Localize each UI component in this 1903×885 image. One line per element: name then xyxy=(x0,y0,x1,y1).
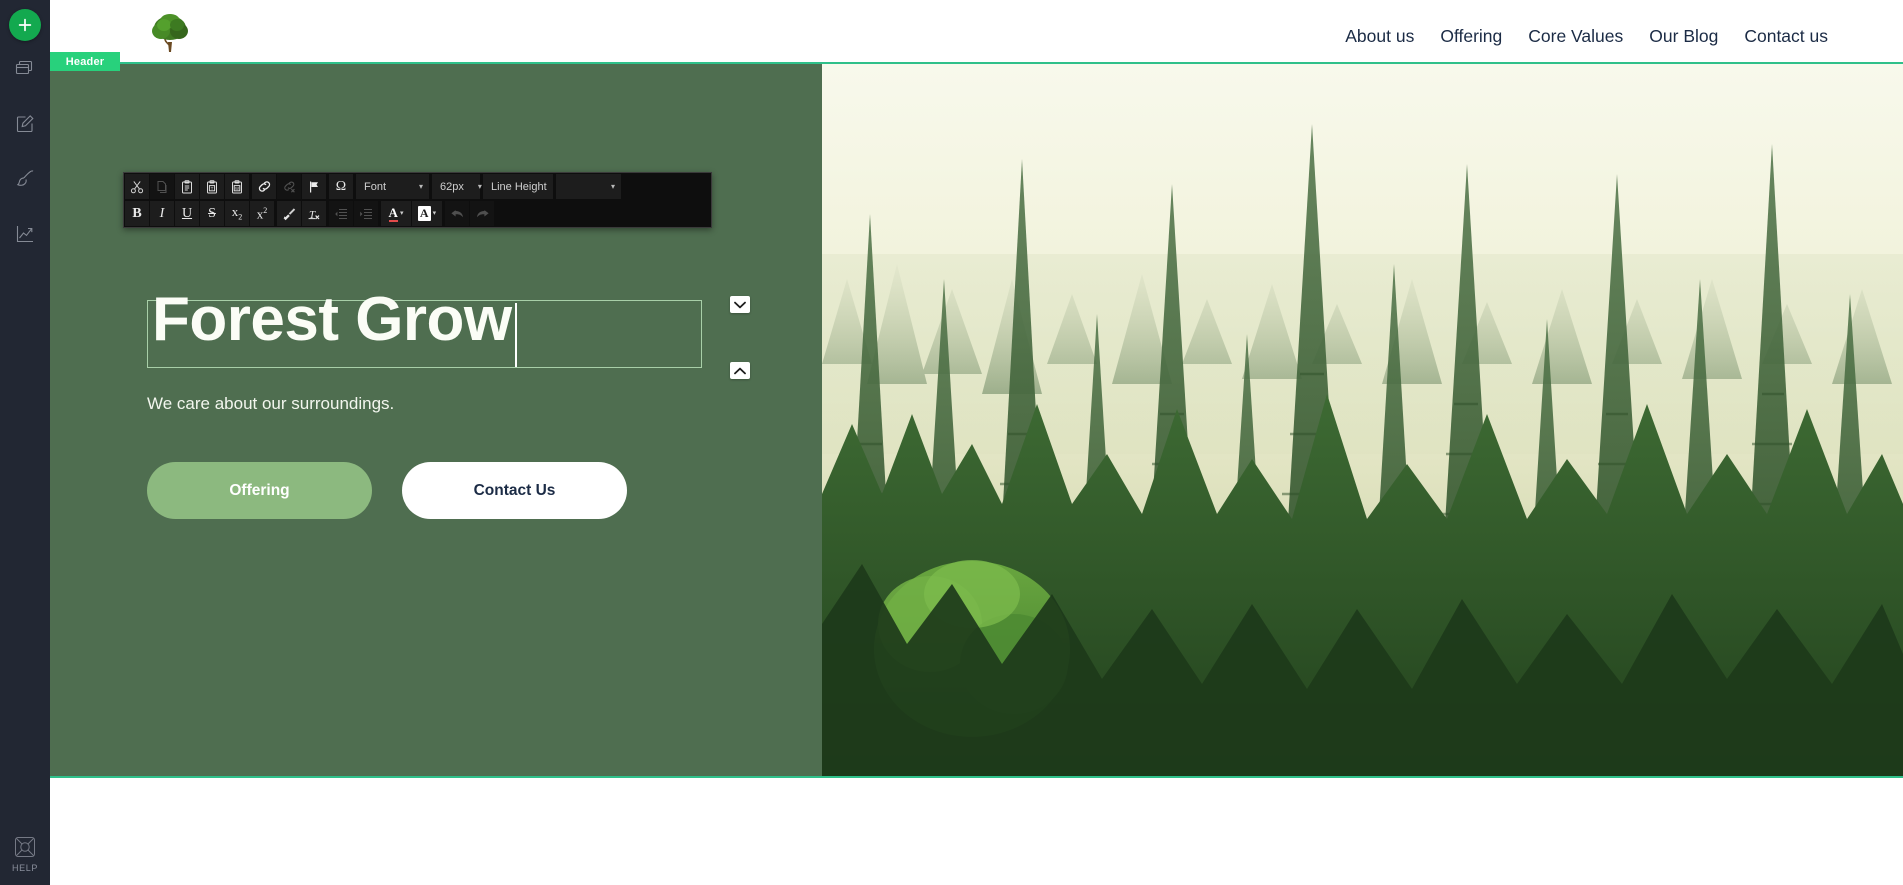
section-badge-header[interactable]: Header xyxy=(50,52,120,71)
help-button[interactable]: HELP xyxy=(0,835,50,873)
link-icon[interactable] xyxy=(252,174,276,199)
superscript-icon[interactable]: x2 xyxy=(250,201,274,226)
anchor-flag-icon[interactable] xyxy=(302,174,326,199)
line-height-value: Line Height xyxy=(491,180,547,193)
svg-text:T: T xyxy=(211,185,214,190)
hero-subtitle[interactable]: We care about our surroundings. xyxy=(147,394,394,414)
nav-link-about-us[interactable]: About us xyxy=(1345,26,1414,47)
website-builder-app: HELP About us Offering Core Values Our B… xyxy=(0,0,1903,885)
chevron-down-icon: ▾ xyxy=(418,181,423,191)
link-group xyxy=(252,174,326,199)
indent-group xyxy=(329,201,378,226)
unlink-icon[interactable] xyxy=(277,174,301,199)
chevron-down-icon: ▾ xyxy=(610,181,615,191)
nav-link-contact-us[interactable]: Contact us xyxy=(1744,26,1828,47)
paste-as-text-icon[interactable]: T xyxy=(200,174,224,199)
nav-link-core-values[interactable]: Core Values xyxy=(1528,26,1623,47)
copy-formatting-icon[interactable] xyxy=(277,201,301,226)
hero-text-panel: Forest Grow We care about our surroundin… xyxy=(50,64,822,776)
offering-button[interactable]: Offering xyxy=(147,462,372,519)
text-color-label: A xyxy=(388,204,398,222)
headline-edit-box[interactable]: Forest Grow xyxy=(147,289,702,368)
format-tools-group: T xyxy=(277,201,326,226)
styles-select[interactable]: ▾ xyxy=(556,174,621,199)
strikethrough-icon[interactable]: S xyxy=(200,201,224,226)
remove-format-icon[interactable]: T xyxy=(302,201,326,226)
chevron-down-icon: ▾ xyxy=(477,181,482,191)
text-color-button[interactable]: A ▾ xyxy=(381,201,411,226)
edit-icon xyxy=(14,113,36,135)
history-group xyxy=(445,201,494,226)
font-size-select[interactable]: 62px ▾ xyxy=(432,174,482,199)
nav-link-our-blog[interactable]: Our Blog xyxy=(1649,26,1718,47)
move-section-down-button[interactable] xyxy=(730,296,750,313)
undo-icon[interactable] xyxy=(445,201,469,226)
bold-icon[interactable]: B xyxy=(125,201,149,226)
nav-link-offering[interactable]: Offering xyxy=(1440,26,1502,47)
line-height-select[interactable]: Line Height ▾ xyxy=(483,174,565,199)
font-family-value: Font xyxy=(364,180,387,193)
rich-text-editor-toolbar[interactable]: T W Ω Font ▾ 62px ▾ Line Height ▾ B I U … xyxy=(123,172,712,228)
left-sidebar: HELP xyxy=(0,0,50,885)
forest-image xyxy=(822,64,1903,776)
underline-icon[interactable]: U xyxy=(175,201,199,226)
hero-section[interactable]: Forest Grow We care about our surroundin… xyxy=(50,62,1903,778)
toolbar-row-1: T W Ω Font ▾ 62px ▾ Line Height ▾ xyxy=(125,174,710,199)
redo-icon[interactable] xyxy=(470,201,494,226)
sidebar-item-analytics[interactable] xyxy=(0,206,50,261)
background-color-label: A xyxy=(417,206,431,221)
clipboard-group: T W xyxy=(125,174,249,199)
contact-us-button[interactable]: Contact Us xyxy=(402,462,627,519)
sidebar-item-edit[interactable] xyxy=(0,96,50,151)
plus-icon xyxy=(17,17,33,33)
tree-logo[interactable] xyxy=(147,6,193,58)
toolbar-row-2: B I U S x2 x2 T A ▾ A ▾ xyxy=(125,201,710,226)
sidebar-item-pages[interactable] xyxy=(0,41,50,96)
chevron-down-icon: ▾ xyxy=(399,210,404,217)
outdent-icon[interactable] xyxy=(329,201,353,226)
paste-from-word-icon[interactable]: W xyxy=(225,174,249,199)
font-size-value: 62px xyxy=(440,180,464,193)
text-caret xyxy=(515,303,517,367)
add-button[interactable] xyxy=(9,9,41,41)
italic-icon[interactable]: I xyxy=(150,201,174,226)
lifebuoy-icon xyxy=(13,835,37,859)
svg-text:W: W xyxy=(235,185,239,190)
page-canvas: About us Offering Core Values Our Blog C… xyxy=(50,0,1903,885)
basic-styles-group: B I U S x2 x2 xyxy=(125,201,274,226)
chart-icon xyxy=(14,223,36,245)
chevron-down-icon: ▾ xyxy=(432,210,437,217)
copy-icon[interactable] xyxy=(150,174,174,199)
hero-button-row: Offering Contact Us xyxy=(147,462,627,519)
pages-icon xyxy=(14,58,36,80)
sidebar-item-design[interactable] xyxy=(0,151,50,206)
insert-group: Ω xyxy=(329,174,353,199)
indent-icon[interactable] xyxy=(354,201,378,226)
color-group: A ▾ A ▾ xyxy=(381,201,442,226)
hero-headline[interactable]: Forest Grow xyxy=(152,289,512,351)
brush-icon xyxy=(14,168,36,190)
hero-image-panel[interactable] xyxy=(822,64,1903,776)
cut-icon[interactable] xyxy=(125,174,149,199)
move-section-up-button[interactable] xyxy=(730,362,750,379)
special-char-icon[interactable]: Ω xyxy=(329,174,353,199)
help-label: HELP xyxy=(12,863,38,873)
font-family-select[interactable]: Font ▾ xyxy=(356,174,429,199)
paste-icon[interactable] xyxy=(175,174,199,199)
background-color-button[interactable]: A ▾ xyxy=(412,201,442,226)
subscript-icon[interactable]: x2 xyxy=(225,201,249,226)
svg-text:T: T xyxy=(309,209,316,221)
